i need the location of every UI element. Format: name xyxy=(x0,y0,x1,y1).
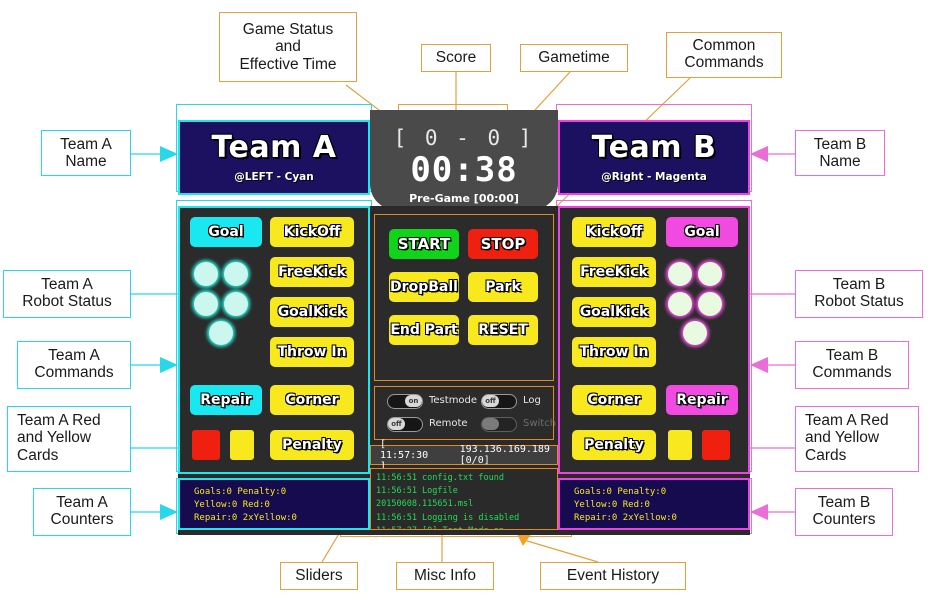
game-status-display: Pre-Game [00:00] xyxy=(409,192,519,205)
team-b-counter-line: Yellow:0 Red:0 xyxy=(574,500,650,511)
annotation-team-a-robot-status: Team A Robot Status xyxy=(3,270,131,318)
team-b-command-penalty[interactable]: Penalty xyxy=(572,430,656,460)
misc-info-time: [ 11:57:30 ] xyxy=(380,438,429,472)
team-a-command-goalkick[interactable]: GoalKick xyxy=(270,297,354,327)
team-b-name: Team B xyxy=(591,130,717,165)
testmode-toggle-knob: on xyxy=(405,395,422,407)
annotation-team-b-robot-status: Team B Robot Status xyxy=(795,270,923,318)
annotation-team-b-name: Team B Name xyxy=(795,130,885,176)
park-button[interactable]: Park xyxy=(468,272,538,302)
team-b-robot-2[interactable] xyxy=(698,262,722,286)
log-toggle-knob: off xyxy=(482,395,499,407)
team-a-counters: Goals:0 Penalty:0 Yellow:0 Red:0 Repair:… xyxy=(178,478,370,530)
team-a-counter-line: Repair:0 2xYellow:0 xyxy=(194,513,297,524)
team-b-robot-4[interactable] xyxy=(698,292,722,316)
dropball-button[interactable]: DropBall xyxy=(389,272,459,302)
team-a-yellow-card[interactable] xyxy=(230,430,254,460)
endpart-button[interactable]: End Part xyxy=(389,315,459,345)
annotation-misc-info: Misc Info xyxy=(396,562,494,590)
team-b-command-freekick[interactable]: FreeKick xyxy=(572,257,656,287)
team-b-counter-line: Repair:0 2xYellow:0 xyxy=(574,513,677,524)
gametime-display: 00:38 xyxy=(410,150,518,190)
team-a-counter-line: Goals:0 Penalty:0 xyxy=(194,487,287,497)
annotation-team-a-cards: Team A Red and Yellow Cards xyxy=(7,406,131,472)
team-a-header: Team A @LEFT - Cyan xyxy=(178,120,370,195)
team-b-goal-button[interactable]: Goal xyxy=(666,217,738,247)
team-a-robot-2[interactable] xyxy=(224,262,248,286)
team-a-subtitle: @LEFT - Cyan xyxy=(234,171,314,183)
remote-toggle-knob: off xyxy=(388,418,405,430)
annotation-team-a-name: Team A Name xyxy=(41,130,131,176)
team-b-yellow-card[interactable] xyxy=(668,430,692,460)
log-toggle[interactable]: off xyxy=(481,394,517,409)
team-b-command-kickoff[interactable]: KickOff xyxy=(572,217,656,247)
team-a-red-card[interactable] xyxy=(192,430,220,460)
testmode-label: Testmode xyxy=(429,395,478,406)
team-a-robot-5[interactable] xyxy=(209,321,233,345)
team-b-robot-1[interactable] xyxy=(668,262,692,286)
annotation-sliders: Sliders xyxy=(280,562,358,590)
team-b-robot-5[interactable] xyxy=(683,321,707,345)
team-b-panel: Goal Repair KickOff FreeKick GoalKick Th… xyxy=(558,206,750,474)
remote-toggle[interactable]: off xyxy=(387,417,423,432)
team-b-subtitle: @Right - Magenta xyxy=(601,171,707,183)
event-history-line: 11:56:51 Logging is disabled xyxy=(376,512,520,523)
team-a-goal-button[interactable]: Goal xyxy=(190,217,262,247)
annotation-team-a-commands: Team A Commands xyxy=(17,341,131,389)
event-history-line: 11:57:27 [0] Test Mode on xyxy=(376,525,557,529)
event-history-line: 11:56:51 config.txt found xyxy=(376,473,504,483)
sliders-panel: on Testmode off Log off Remote off Switc… xyxy=(374,386,557,440)
annotation-team-b-commands: Team B Commands xyxy=(795,341,909,389)
team-a-robot-1[interactable] xyxy=(194,262,218,286)
team-b-red-card[interactable] xyxy=(702,430,730,460)
annotation-team-a-counters: Team A Counters xyxy=(33,488,131,536)
common-commands-panel: START STOP DropBall Park End Part RESET xyxy=(374,214,554,381)
team-b-repair-button[interactable]: Repair xyxy=(666,385,738,415)
team-b-command-goalkick[interactable]: GoalKick xyxy=(572,297,656,327)
team-a-robot-4[interactable] xyxy=(224,292,248,316)
testmode-toggle[interactable]: on xyxy=(387,394,423,409)
score-display: [ 0 - 0 ] xyxy=(393,126,535,150)
team-a-panel: Goal Repair KickOff FreeKick GoalKick Th… xyxy=(178,206,370,474)
team-a-command-penalty[interactable]: Penalty xyxy=(270,430,354,460)
team-b-command-throwin[interactable]: Throw In xyxy=(572,337,656,367)
event-history-line: 11:56:51 Logfile 20150608.115651.msl xyxy=(376,486,474,510)
annotation-game-status: Game Status and Effective Time xyxy=(219,12,357,82)
switch-label: Switch xyxy=(523,418,557,429)
reset-button[interactable]: RESET xyxy=(468,315,538,345)
referee-box-app: Team A @LEFT - Cyan Team B @Right - Mage… xyxy=(178,110,750,535)
team-a-command-kickoff[interactable]: KickOff xyxy=(270,217,354,247)
team-a-robot-3[interactable] xyxy=(194,292,218,316)
team-a-command-corner[interactable]: Corner xyxy=(270,385,354,415)
annotation-score: Score xyxy=(421,44,491,72)
team-b-command-corner[interactable]: Corner xyxy=(572,385,656,415)
team-b-header: Team B @Right - Magenta xyxy=(558,120,750,195)
team-a-name: Team A xyxy=(211,130,337,165)
start-button[interactable]: START xyxy=(389,229,459,259)
team-a-counter-line: Yellow:0 Red:0 xyxy=(194,500,270,511)
team-a-command-freekick[interactable]: FreeKick xyxy=(270,257,354,287)
event-history-log[interactable]: 11:56:51 config.txt found 11:56:51 Logfi… xyxy=(370,468,558,530)
annotation-common-commands: Common Commands xyxy=(666,32,782,78)
remote-label: Remote xyxy=(429,418,468,429)
team-a-command-throwin[interactable]: Throw In xyxy=(270,337,354,367)
app-body: Goal Repair KickOff FreeKick GoalKick Th… xyxy=(178,206,750,535)
scoreboard: [ 0 - 0 ] 00:38 Pre-Game [00:00] xyxy=(370,110,558,210)
misc-info-bar: [ 11:57:30 ] 193.136.169.189 [0/0] xyxy=(370,439,558,472)
misc-info-address: 193.136.169.189 [0/0] xyxy=(459,444,550,466)
log-label: Log xyxy=(523,395,541,406)
team-b-robot-3[interactable] xyxy=(668,292,692,316)
annotation-team-b-counters: Team B Counters xyxy=(795,488,893,536)
team-b-counters: Goals:0 Penalty:0 Yellow:0 Red:0 Repair:… xyxy=(558,478,750,530)
team-b-counter-line: Goals:0 Penalty:0 xyxy=(574,487,667,497)
team-a-repair-button[interactable]: Repair xyxy=(190,385,262,415)
switch-toggle[interactable]: off xyxy=(481,417,517,432)
annotation-gametime: Gametime xyxy=(520,44,628,72)
annotation-team-b-cards: Team A Red and Yellow Cards xyxy=(795,406,919,472)
stop-button[interactable]: STOP xyxy=(468,229,538,259)
annotation-event-history: Event History xyxy=(540,562,686,590)
switch-toggle-knob: off xyxy=(482,418,499,430)
